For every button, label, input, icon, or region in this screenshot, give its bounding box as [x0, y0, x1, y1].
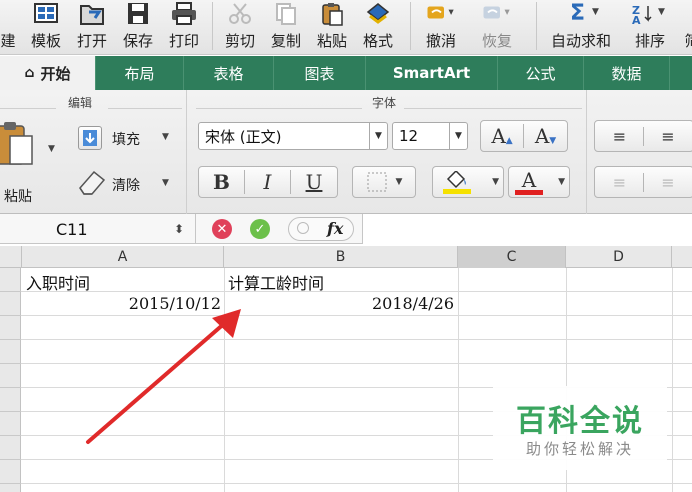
watermark-title: 百科全说: [516, 404, 644, 439]
watermark: 百科全说 助你轻松解决: [493, 386, 667, 470]
arrow-shaft: [86, 320, 228, 444]
arrow-head: [212, 309, 241, 338]
watermark-subtitle: 助你轻松解决: [525, 440, 634, 458]
